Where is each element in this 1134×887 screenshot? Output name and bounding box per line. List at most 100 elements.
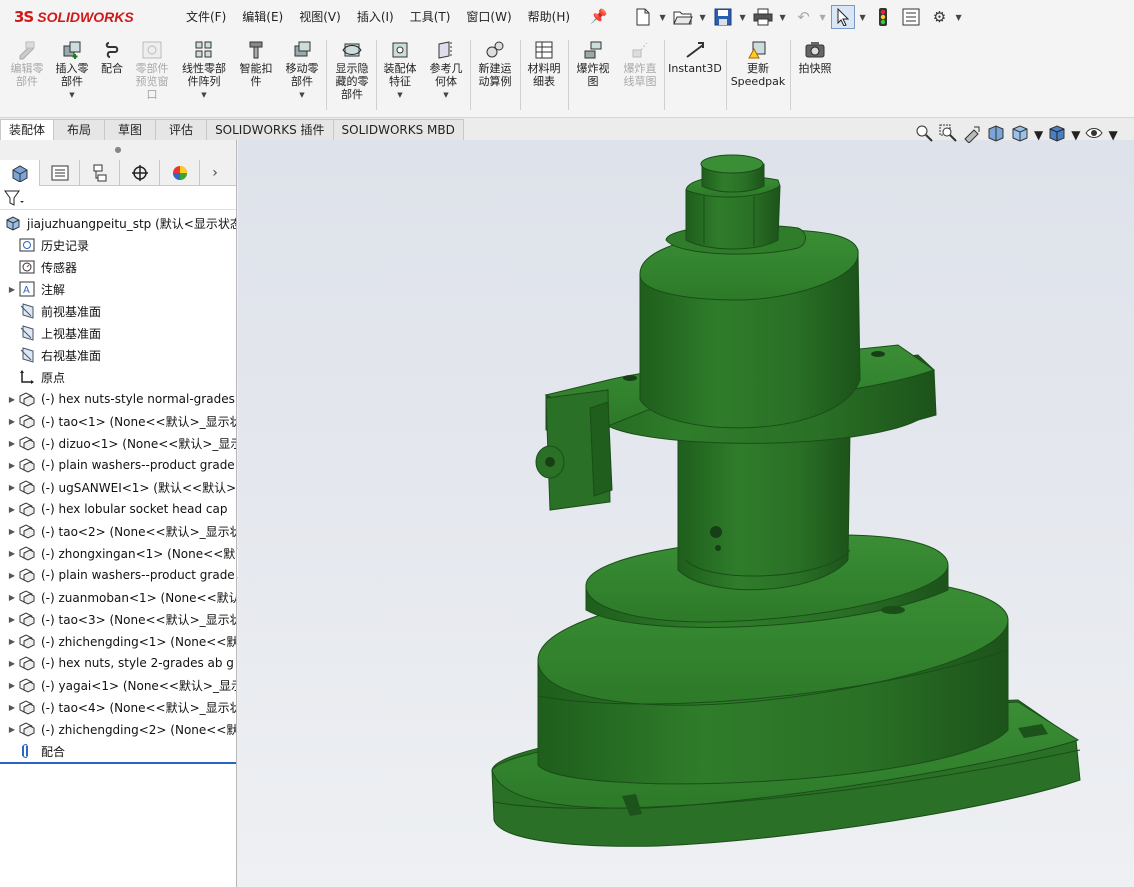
- expand-arrow-icon[interactable]: ▶: [6, 615, 18, 624]
- view-orientation-dropdown-icon[interactable]: ▼: [1034, 128, 1043, 142]
- tree-item[interactable]: 配合: [0, 740, 236, 762]
- component-preview-button[interactable]: 零部件 预览窗口: [130, 40, 174, 101]
- select-icon[interactable]: [831, 5, 856, 29]
- open-dropdown-icon[interactable]: ▼: [699, 13, 707, 22]
- tree-item[interactable]: ▶ A 注解: [0, 278, 236, 300]
- save-dropdown-icon[interactable]: ▼: [739, 13, 747, 22]
- zoom-to-fit-icon[interactable]: [914, 123, 934, 146]
- save-icon[interactable]: [711, 5, 735, 29]
- dimxpert-icon[interactable]: [120, 160, 160, 186]
- assembly-features-button[interactable]: 装配体 特征 ▼: [378, 40, 422, 102]
- hide-show-dropdown-icon[interactable]: ▼: [1108, 128, 1117, 142]
- expand-arrow-icon[interactable]: ▶: [6, 571, 18, 580]
- bill-of-materials-button[interactable]: 材料明 细表: [522, 40, 566, 88]
- tree-filter[interactable]: [0, 186, 236, 210]
- tab-evaluate[interactable]: 评估: [155, 119, 208, 140]
- tree-item[interactable]: ▶ (-) tao<4> (None<<默认>_显示状: [0, 696, 236, 718]
- expand-arrow-icon[interactable]: ▶: [6, 703, 18, 712]
- pin-icon[interactable]: 📌: [590, 9, 607, 25]
- expand-arrow-icon[interactable]: ▶: [6, 637, 18, 646]
- featuremanager-icon[interactable]: [0, 160, 40, 186]
- menu-insert[interactable]: 插入(I): [349, 0, 402, 34]
- print-icon[interactable]: [751, 5, 775, 29]
- tab-solidworks-addins[interactable]: SOLIDWORKS 插件: [206, 119, 334, 140]
- tree-item[interactable]: ▶ (-) hex nuts, style 2-grades ab g: [0, 652, 236, 674]
- view-orientation-icon[interactable]: [1010, 123, 1030, 146]
- expand-arrow-icon[interactable]: ▶: [6, 285, 18, 294]
- reference-geometry-button[interactable]: 参考几 何体 ▼: [424, 40, 468, 102]
- tree-item[interactable]: ▶ (-) hex nuts-style normal-grades: [0, 388, 236, 410]
- menu-edit[interactable]: 编辑(E): [234, 0, 291, 34]
- tree-item[interactable]: ▶ (-) hex lobular socket head cap: [0, 498, 236, 520]
- configurationmanager-icon[interactable]: [80, 160, 120, 186]
- menu-file[interactable]: 文件(F): [178, 0, 234, 34]
- open-icon[interactable]: [671, 5, 695, 29]
- tree-item[interactable]: ▶ (-) plain washers--product grade: [0, 564, 236, 586]
- tree-item[interactable]: ▶ (-) zuanmoban<1> (None<<默认: [0, 586, 236, 608]
- tree-item[interactable]: ▶ (-) tao<3> (None<<默认>_显示状: [0, 608, 236, 630]
- smart-fastener-button[interactable]: 智能扣件: [234, 40, 278, 88]
- expand-arrow-icon[interactable]: ▶: [6, 549, 18, 558]
- assembly-model[interactable]: [238, 140, 1134, 887]
- tree-item[interactable]: 传感器: [0, 256, 236, 278]
- file-properties-icon[interactable]: [899, 5, 923, 29]
- undo-icon[interactable]: ↶: [791, 5, 815, 29]
- display-style-dropdown-icon[interactable]: ▼: [1071, 128, 1080, 142]
- reference-geometry-dropdown-icon[interactable]: ▼: [424, 89, 468, 102]
- edit-component-button[interactable]: 编辑零 部件: [6, 40, 48, 88]
- expand-arrow-icon[interactable]: ▶: [6, 725, 18, 734]
- options-dropdown-icon[interactable]: ▼: [955, 13, 963, 22]
- expand-arrow-icon[interactable]: ▶: [6, 527, 18, 536]
- tab-sketch[interactable]: 草图: [104, 119, 157, 140]
- take-snapshot-button[interactable]: 拍快照: [792, 40, 838, 75]
- explode-line-sketch-button[interactable]: 爆炸直 线草图: [618, 40, 662, 88]
- tree-item[interactable]: ▶ (-) zhichengding<2> (None<<默: [0, 718, 236, 740]
- hide-show-icon[interactable]: [1084, 123, 1104, 146]
- expand-arrow-icon[interactable]: ▶: [6, 461, 18, 470]
- move-component-dropdown-icon[interactable]: ▼: [280, 89, 324, 102]
- tree-item[interactable]: 上视基准面: [0, 322, 236, 344]
- tree-item[interactable]: ▶ (-) ugSANWEI<1> (默认<<默认>: [0, 476, 236, 498]
- filter-icon[interactable]: [4, 189, 24, 207]
- menu-tools[interactable]: 工具(T): [402, 0, 459, 34]
- tree-item[interactable]: ▶ (-) tao<1> (None<<默认>_显示状: [0, 410, 236, 432]
- tree-item[interactable]: ▶ (-) yagai<1> (None<<默认>_显示: [0, 674, 236, 696]
- propertymanager-icon[interactable]: [40, 160, 80, 186]
- new-dropdown-icon[interactable]: ▼: [659, 13, 667, 22]
- expand-arrow-icon[interactable]: ▶: [6, 593, 18, 602]
- expand-arrow-icon[interactable]: ▶: [6, 439, 18, 448]
- expand-arrow-icon[interactable]: ▶: [6, 483, 18, 492]
- display-style-icon[interactable]: [1047, 123, 1067, 146]
- tree-item[interactable]: ▶ (-) zhichengding<1> (None<<默: [0, 630, 236, 652]
- solidworks-logo[interactable]: 3S SOLIDWORKS: [0, 0, 160, 34]
- menu-view[interactable]: 视图(V): [291, 0, 349, 34]
- tab-layout[interactable]: 布局: [53, 119, 106, 140]
- expand-arrow-icon[interactable]: ▶: [6, 659, 18, 668]
- tree-item[interactable]: 原点: [0, 366, 236, 388]
- exploded-view-button[interactable]: 爆炸视图: [570, 40, 616, 88]
- rebuild-icon[interactable]: [871, 5, 895, 29]
- menu-window[interactable]: 窗口(W): [458, 0, 519, 34]
- move-component-button[interactable]: 移动零 部件 ▼: [280, 40, 324, 102]
- display-manager-icon[interactable]: [160, 160, 200, 186]
- assembly-features-dropdown-icon[interactable]: ▼: [378, 89, 422, 102]
- instant3d-button[interactable]: Instant3D: [666, 40, 724, 75]
- update-speedpak-button[interactable]: 更新 Speedpak: [728, 40, 788, 88]
- linear-pattern-dropdown-icon[interactable]: ▼: [178, 89, 230, 102]
- graphics-area[interactable]: [238, 140, 1134, 887]
- tree-item[interactable]: ▶ (-) tao<2> (None<<默认>_显示状: [0, 520, 236, 542]
- new-icon[interactable]: [631, 5, 655, 29]
- menu-help[interactable]: 帮助(H): [520, 0, 578, 34]
- section-view-icon[interactable]: [986, 123, 1006, 146]
- chevron-right-icon[interactable]: ›: [200, 160, 230, 185]
- print-dropdown-icon[interactable]: ▼: [779, 13, 787, 22]
- select-dropdown-icon[interactable]: ▼: [859, 13, 867, 22]
- expand-arrow-icon[interactable]: ▶: [6, 505, 18, 514]
- tree-item[interactable]: ▶ (-) zhongxingan<1> (None<<默: [0, 542, 236, 564]
- insert-component-button[interactable]: 插入零 部件 ▼: [50, 40, 94, 102]
- tree-item[interactable]: 右视基准面: [0, 344, 236, 366]
- panel-grip[interactable]: ●: [0, 140, 236, 160]
- tree-item[interactable]: 前视基准面: [0, 300, 236, 322]
- previous-view-icon[interactable]: [962, 123, 982, 146]
- tree-item[interactable]: ▶ (-) dizuo<1> (None<<默认>_显示: [0, 432, 236, 454]
